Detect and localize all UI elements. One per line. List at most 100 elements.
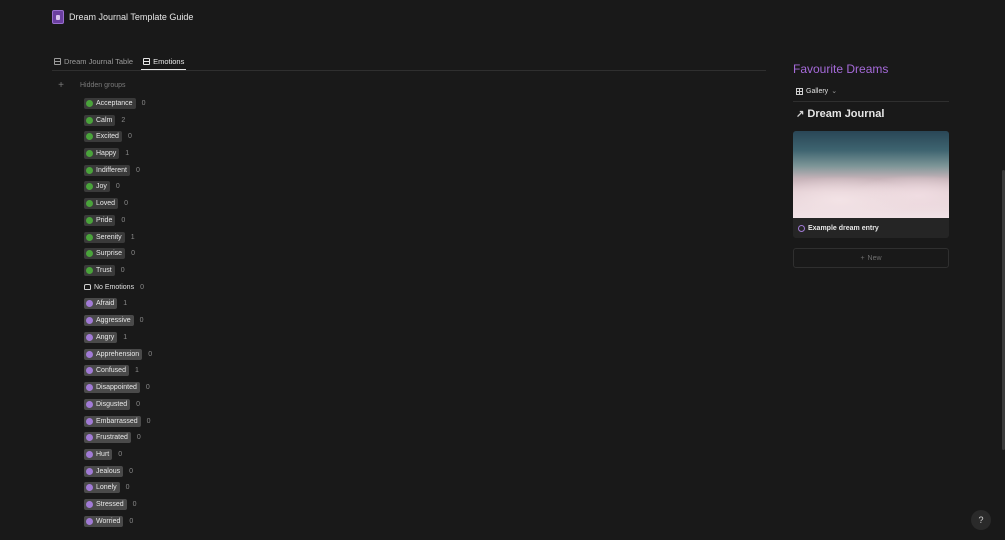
emotion-tag[interactable]: Happy [84, 148, 120, 160]
group-count: 1 [123, 333, 128, 341]
emotion-tag[interactable]: Worried [84, 515, 124, 527]
group-count: 0 [145, 384, 150, 392]
status-dot-icon [86, 150, 93, 158]
group-count: 0 [124, 200, 128, 208]
group-count: 0 [139, 317, 144, 325]
emotion-tag[interactable]: Aggressive [84, 315, 134, 327]
emotion-group-row: Confused 1 [84, 363, 152, 380]
status-dot-icon [86, 116, 93, 124]
emotion-group-row: Embarrassed 0 [84, 413, 152, 430]
emotion-tag[interactable]: Embarrassed [84, 415, 141, 427]
status-dot-icon [86, 384, 93, 392]
emotion-group-row: Hurt 0 [84, 446, 152, 463]
emotion-group-row: Worried 0 [84, 513, 152, 530]
group-label: Confused [96, 367, 126, 375]
emotion-tag[interactable]: Serenity [84, 231, 125, 243]
linked-database-label: Dream Journal [807, 108, 885, 120]
emotion-tag[interactable]: Afraid [84, 298, 118, 310]
group-label: Frustrated [96, 434, 128, 442]
group-count: 0 [148, 350, 153, 358]
view-tabs: Dream Journal Table Emotions [52, 53, 766, 71]
emotion-tag[interactable]: Frustrated [84, 432, 131, 444]
new-card-button[interactable]: + New [793, 248, 949, 268]
group-label: Calm [96, 116, 113, 124]
emotion-tag[interactable]: Trust [84, 265, 115, 277]
emotion-tag[interactable]: Jealous [84, 465, 124, 477]
status-dot-icon [86, 450, 93, 458]
status-dot-icon [86, 367, 93, 375]
group-label: Apprehension [96, 350, 140, 358]
gallery-card[interactable]: Example dream entry [793, 131, 949, 238]
group-label: Pride [96, 216, 113, 224]
status-dot-icon [86, 166, 93, 174]
emotion-tag[interactable]: Lonely [84, 482, 120, 494]
emotion-group-row: Pride 0 [84, 212, 152, 229]
group-label: Afraid [96, 300, 115, 308]
plus-icon[interactable]: + [57, 80, 65, 91]
group-label: Embarrassed [96, 417, 138, 425]
group-label: Angry [96, 333, 115, 341]
hidden-groups-label[interactable]: Hidden groups [80, 82, 126, 89]
emotion-group-row: Excited 0 [84, 128, 152, 145]
page-title[interactable]: Dream Journal Template Guide [69, 12, 193, 22]
arrow-up-right-icon: ↗ [796, 108, 805, 120]
group-count: 1 [125, 150, 130, 158]
help-button[interactable]: ? [971, 510, 991, 530]
emotion-tag[interactable]: Surprise [84, 248, 126, 260]
no-emotions-group[interactable]: No Emotions [84, 284, 134, 291]
emotion-tag[interactable]: Indifferent [84, 164, 131, 176]
group-label: Disgusted [96, 400, 128, 408]
group-label: Acceptance [96, 99, 133, 107]
emotion-group-row: Surprise 0 [84, 245, 152, 262]
group-label: Lonely [96, 484, 117, 492]
emotion-tag[interactable]: Stressed [84, 499, 127, 511]
emotion-tag[interactable]: Acceptance [84, 97, 136, 109]
group-count: 0 [140, 283, 144, 291]
card-title: Example dream entry [808, 224, 879, 232]
hidden-groups-row: + Hidden groups [57, 79, 126, 91]
emotion-tag[interactable]: Disgusted [84, 398, 131, 410]
emotion-tag[interactable]: Loved [84, 198, 119, 210]
group-count: 0 [125, 484, 130, 492]
tab-emotions[interactable]: Emotions [141, 53, 187, 70]
status-dot-icon [86, 183, 93, 191]
table-icon [54, 57, 61, 65]
emotion-tag[interactable]: Confused [84, 365, 129, 377]
emotion-tag[interactable]: Pride [84, 214, 116, 226]
gallery-view-switcher[interactable]: Gallery ⌄ [796, 86, 837, 96]
group-count: 0 [127, 133, 132, 141]
group-count: 1 [123, 300, 128, 308]
group-count: 0 [118, 450, 123, 458]
emotion-group-row: Happy 1 [84, 145, 152, 162]
emotion-tag[interactable]: Hurt [84, 448, 113, 460]
chevron-down-icon: ⌄ [831, 88, 838, 95]
gallery-icon [796, 87, 803, 95]
emotion-group-row: Serenity 1 [84, 229, 152, 246]
status-dot-icon [86, 233, 93, 241]
emotion-tag[interactable]: Disappointed [84, 382, 140, 394]
linked-database-title[interactable]: ↗ Dream Journal [796, 108, 884, 120]
view-label: Gallery [806, 87, 829, 95]
new-label: New [867, 254, 882, 262]
group-label: Worried [96, 517, 121, 525]
status-dot-icon [86, 99, 93, 107]
group-label: Serenity [96, 233, 122, 241]
group-label: Disappointed [96, 384, 137, 392]
tab-dream-journal-table[interactable]: Dream Journal Table [52, 53, 135, 69]
emotion-tag[interactable]: Joy [84, 181, 110, 193]
group-label: No Emotions [94, 283, 135, 291]
group-count: 1 [130, 233, 135, 241]
group-label: Surprise [96, 250, 123, 258]
group-label: Indifferent [96, 166, 128, 174]
group-count: 0 [131, 250, 135, 258]
emotion-tag[interactable]: Excited [84, 131, 122, 143]
emotion-tag[interactable]: Apprehension [84, 348, 143, 360]
status-dot-icon [86, 200, 93, 208]
emotion-tag[interactable]: Calm [84, 114, 116, 126]
group-count: 0 [129, 467, 134, 475]
emotion-tag[interactable]: Angry [84, 331, 118, 343]
emotion-group-row: Angry 1 [84, 329, 152, 346]
emotion-group-row: Jealous 0 [84, 463, 152, 480]
status-dot-icon [86, 484, 93, 492]
emotion-group-row: Stressed 0 [84, 496, 152, 513]
